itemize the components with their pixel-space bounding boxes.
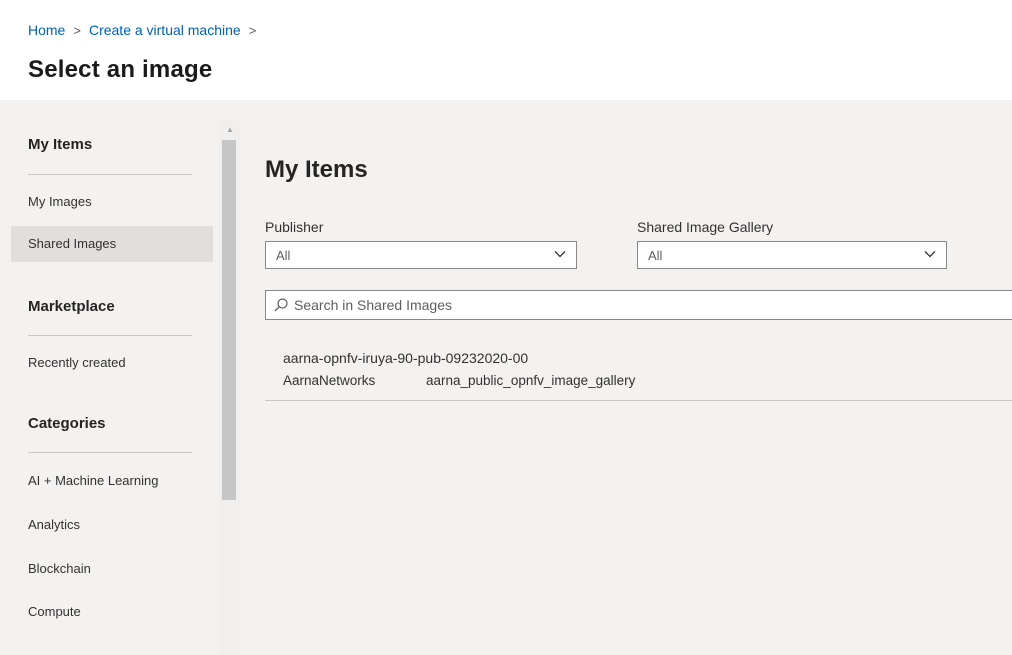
section-heading: My Items	[265, 156, 368, 183]
main-panel: My Items Publisher All Shared Image Gall…	[242, 102, 1012, 655]
sidebar: My Items My Images Shared Images Marketp…	[6, 102, 242, 655]
chevron-down-icon	[554, 251, 566, 258]
chevron-right-icon: >	[248, 22, 257, 38]
gallery-dropdown[interactable]: All	[637, 241, 947, 269]
image-meta: AarnaNetworks aarna_public_opnfv_image_g…	[283, 373, 635, 388]
sidebar-item-ai-machine-learning[interactable]: AI + Machine Learning	[11, 463, 213, 499]
gallery-dropdown-value: All	[648, 247, 663, 263]
image-gallery: aarna_public_opnfv_image_gallery	[426, 373, 636, 388]
search-icon	[274, 298, 288, 312]
breadcrumb-home-link[interactable]: Home	[28, 22, 65, 38]
breadcrumb: Home > Create a virtual machine >	[28, 22, 264, 38]
publisher-label: Publisher	[265, 219, 324, 235]
scrollbar-thumb[interactable]	[222, 140, 236, 500]
search-box[interactable]	[265, 290, 1012, 320]
divider	[28, 174, 192, 175]
sidebar-heading-my-items: My Items	[28, 136, 93, 153]
chevron-down-icon	[924, 251, 936, 258]
result-row[interactable]: aarna-opnfv-iruya-90-pub-09232020-00 Aar…	[265, 340, 1012, 401]
page-title: Select an image	[28, 56, 213, 83]
publisher-dropdown[interactable]: All	[265, 241, 577, 269]
sidebar-item-blockchain[interactable]: Blockchain	[11, 551, 213, 587]
sidebar-heading-marketplace: Marketplace	[28, 298, 115, 315]
sidebar-item-shared-images[interactable]: Shared Images	[11, 226, 213, 262]
divider	[28, 452, 192, 453]
image-name: aarna-opnfv-iruya-90-pub-09232020-00	[283, 350, 529, 366]
search-input[interactable]	[288, 296, 986, 314]
image-publisher: AarnaNetworks	[283, 373, 376, 388]
publisher-dropdown-value: All	[276, 247, 291, 263]
chevron-right-icon: >	[73, 22, 81, 38]
sidebar-item-compute[interactable]: Compute	[11, 594, 213, 630]
sidebar-item-recently-created[interactable]: Recently created	[11, 345, 213, 381]
gallery-label: Shared Image Gallery	[637, 219, 774, 235]
divider	[28, 335, 192, 336]
sidebar-heading-categories: Categories	[28, 415, 106, 432]
sidebar-item-my-images[interactable]: My Images	[11, 184, 213, 220]
page-header: Home > Create a virtual machine > Select…	[0, 0, 1012, 100]
sidebar-scrollbar[interactable]: ▲	[219, 120, 241, 655]
breadcrumb-create-vm-link[interactable]: Create a virtual machine	[89, 22, 241, 38]
triangle-up-icon[interactable]: ▲	[219, 120, 241, 138]
sidebar-item-analytics[interactable]: Analytics	[11, 507, 213, 543]
